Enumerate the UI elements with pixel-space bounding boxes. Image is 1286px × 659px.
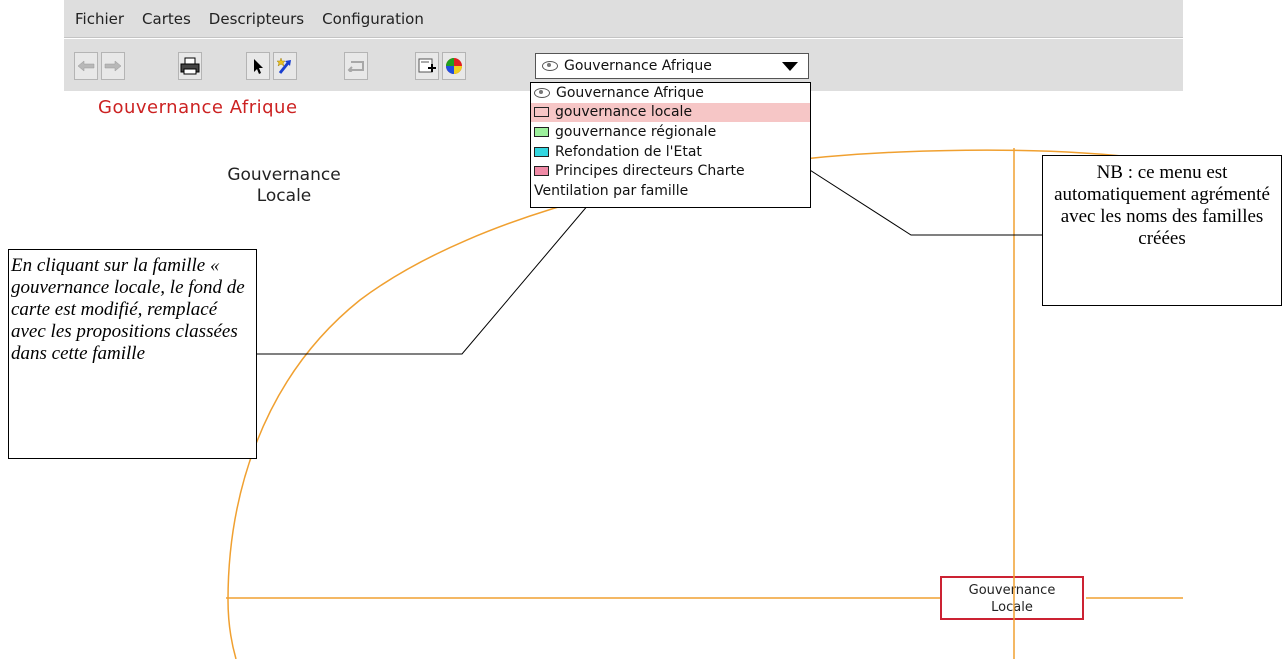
dropdown-item-label: Refondation de l'Etat — [555, 143, 702, 160]
color-swatch-icon — [534, 146, 549, 157]
dropdown-item-label: gouvernance locale — [555, 104, 693, 121]
dropdown-item-ventilation[interactable]: Ventilation par famille — [531, 181, 810, 201]
map-selector-dropdown: Gouvernance Afrique gouvernance locale g… — [530, 82, 811, 208]
color-swatch-icon — [534, 166, 549, 177]
dropdown-item-label: Gouvernance Afrique — [556, 84, 704, 101]
annotation-note-right: NB : ce menu est automatiquement agrémen… — [1042, 155, 1282, 306]
dropdown-item-label: Principes directeurs Charte — [555, 163, 745, 180]
annotation-note-left: En cliquant sur la famille « gouvernance… — [8, 249, 257, 459]
dropdown-item-label: gouvernance régionale — [555, 123, 717, 140]
dropdown-item-refondation-etat[interactable]: Refondation de l'Etat — [531, 142, 810, 162]
dropdown-item-gouvernance-regionale[interactable]: gouvernance régionale — [531, 122, 810, 142]
color-swatch-icon — [534, 126, 549, 137]
dropdown-item-label: Ventilation par famille — [534, 182, 689, 199]
color-swatch-icon — [534, 107, 549, 118]
dropdown-item-principes-directeurs[interactable]: Principes directeurs Charte — [531, 161, 810, 181]
dropdown-item-gouvernance-afrique[interactable]: Gouvernance Afrique — [531, 83, 810, 103]
eye-icon — [534, 87, 550, 98]
callout-line-right — [787, 155, 1042, 236]
map-ellipse-arc — [227, 149, 1184, 659]
dropdown-item-gouvernance-locale[interactable]: gouvernance locale — [531, 102, 810, 123]
